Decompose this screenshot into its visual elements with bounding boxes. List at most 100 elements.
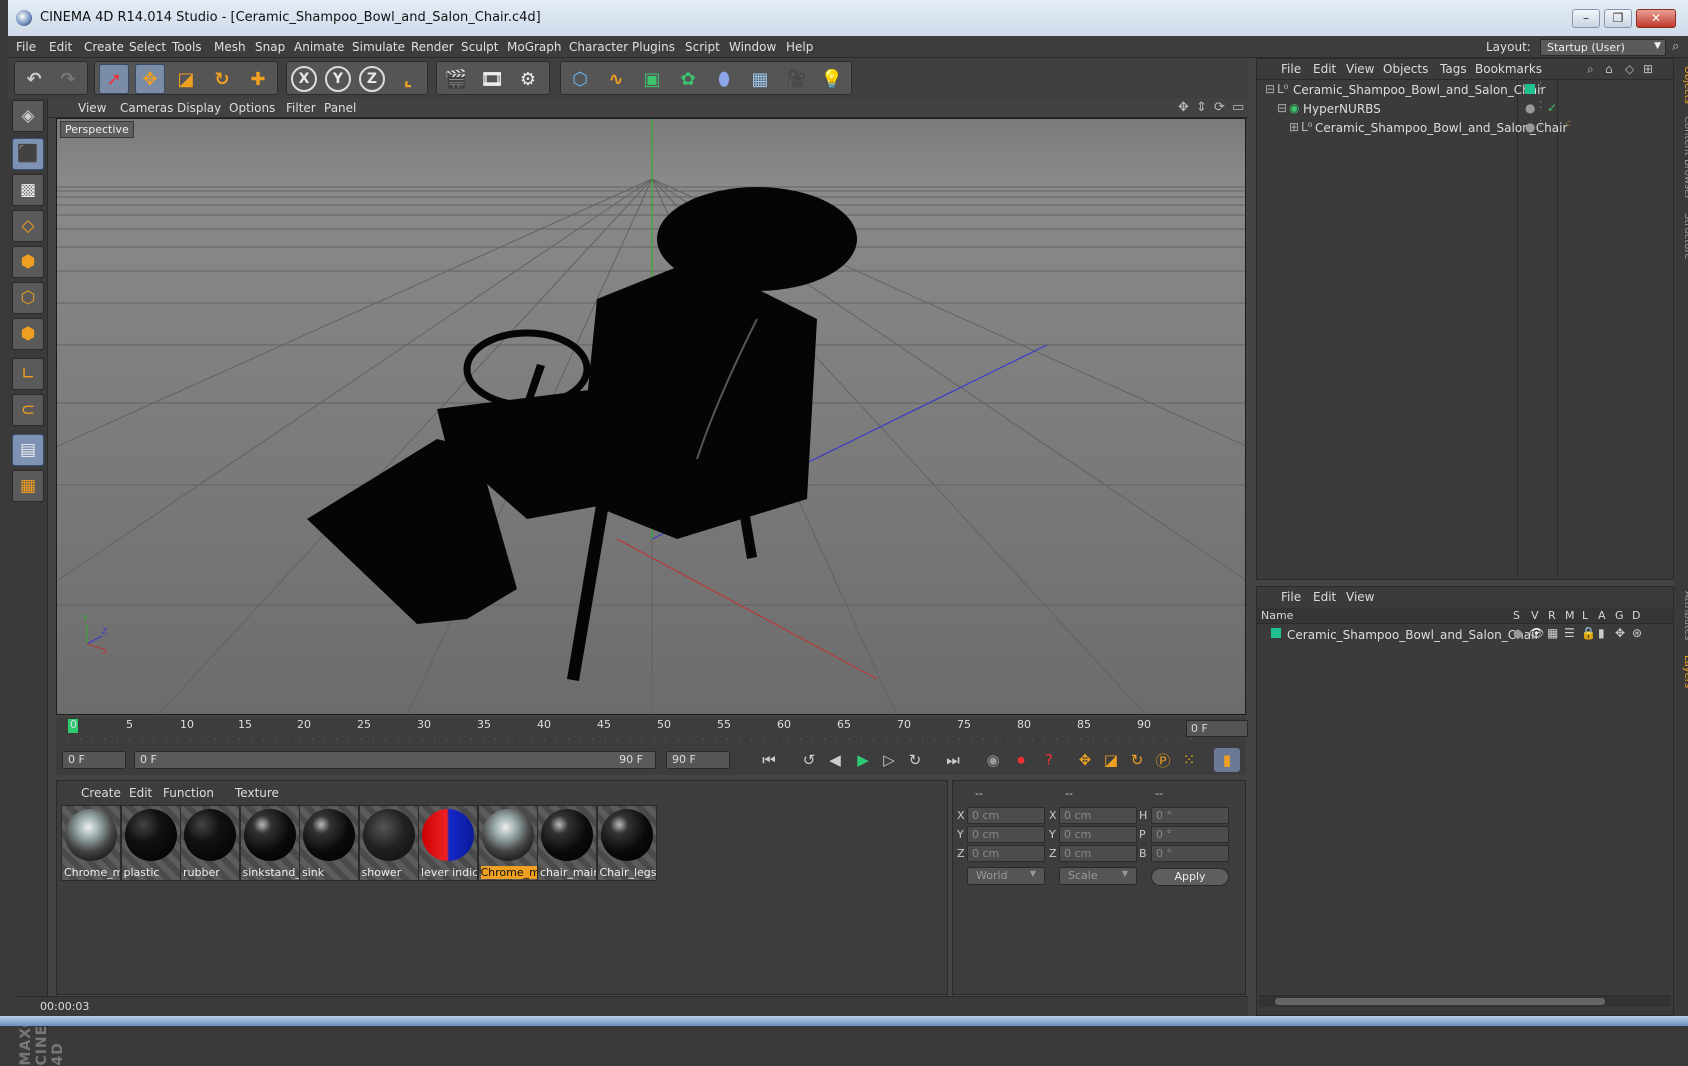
- keyframe-selection-icon[interactable]: ?: [1036, 748, 1062, 772]
- go-to-end-icon[interactable]: ⏭: [940, 748, 966, 772]
- viewport-menu-view[interactable]: View: [78, 101, 106, 115]
- position-z-field[interactable]: 0 cm: [967, 845, 1045, 862]
- key-rotation-icon[interactable]: ↻: [1124, 748, 1150, 772]
- layer-color-swatch[interactable]: [1271, 628, 1281, 638]
- workplane-icon[interactable]: ◇: [12, 210, 44, 242]
- rotate-tool-icon[interactable]: ↻: [207, 64, 237, 94]
- material-menu-function[interactable]: Function: [163, 786, 214, 800]
- menu-animate[interactable]: Animate: [294, 40, 344, 54]
- material-menu-create[interactable]: Create: [81, 786, 121, 800]
- render-toggle-icon[interactable]: ▦: [1547, 626, 1558, 640]
- menu-create[interactable]: Create: [84, 40, 124, 54]
- object-menu-objects[interactable]: Objects: [1383, 62, 1428, 76]
- snap-icon[interactable]: ⊂: [12, 394, 44, 426]
- viewport-menu-display[interactable]: Display: [177, 101, 221, 115]
- layer-dot-icon[interactable]: ●: [1525, 120, 1535, 134]
- edges-mode-icon[interactable]: ⬡: [12, 282, 44, 314]
- tab-content-browser[interactable]: Content Browser: [1677, 114, 1688, 202]
- menu-script[interactable]: Script: [685, 40, 720, 54]
- expand-icon[interactable]: ⊞: [1289, 120, 1299, 134]
- timeline-ruler[interactable]: 0 5 10 15 20 25 30 35 40 45 50 55 60 65 …: [56, 717, 1248, 745]
- menu-plugins[interactable]: Plugins: [632, 40, 675, 54]
- menu-snap[interactable]: Snap: [255, 40, 285, 54]
- record-keys-icon[interactable]: ◉: [980, 748, 1006, 772]
- max-frame-field[interactable]: 90 F: [666, 751, 730, 769]
- key-pla-icon[interactable]: ⁙: [1176, 748, 1202, 772]
- key-position-icon[interactable]: ✥: [1072, 748, 1098, 772]
- floor-environment-icon[interactable]: ▦: [745, 64, 775, 94]
- deformer-toggle-icon[interactable]: ⊛: [1632, 626, 1642, 640]
- next-frame-icon[interactable]: ▷: [876, 748, 902, 772]
- previous-frame-icon[interactable]: ◀: [822, 748, 848, 772]
- make-editable-icon[interactable]: ◈: [12, 100, 44, 132]
- end-frame-field[interactable]: 0 F: [1186, 720, 1248, 737]
- object-row[interactable]: ⊞ L⁰ Ceramic_Shampoo_Bowl_and_Salon_Chai…: [1259, 119, 1673, 138]
- object-menu-view[interactable]: View: [1346, 62, 1374, 76]
- visibility-dots-icon[interactable]: ⁚: [1539, 100, 1542, 111]
- spline-icon[interactable]: ∿: [601, 64, 631, 94]
- menu-file[interactable]: File: [16, 40, 36, 54]
- planar-workplane-icon[interactable]: ▦: [12, 470, 44, 502]
- menu-mograph[interactable]: MoGraph: [507, 40, 562, 54]
- workplane-lock-icon[interactable]: ▤: [12, 434, 44, 466]
- apply-button[interactable]: Apply: [1151, 868, 1229, 886]
- coordinate-space-dropdown[interactable]: World ▼: [967, 867, 1045, 885]
- model-mode-icon[interactable]: ⬛: [12, 138, 44, 170]
- maximize-view-icon[interactable]: ▭: [1232, 100, 1244, 115]
- position-x-field[interactable]: 0 cm: [967, 807, 1045, 824]
- polygons-mode-icon[interactable]: ⬢: [12, 318, 44, 350]
- enabled-check-icon[interactable]: ✓: [1547, 101, 1557, 115]
- go-to-start-icon[interactable]: ⏮: [756, 748, 782, 772]
- live-selection-icon[interactable]: ➚: [99, 64, 129, 94]
- visibility-dots-icon[interactable]: ⁚: [1539, 81, 1542, 92]
- redo-icon[interactable]: ↷: [53, 64, 83, 94]
- lock-icon[interactable]: 🔒: [1581, 626, 1596, 640]
- material-tag-icon[interactable]: ⁖: [1565, 119, 1571, 130]
- menu-tools[interactable]: Tools: [172, 40, 202, 54]
- size-mode-dropdown[interactable]: Scale ▼: [1059, 867, 1137, 885]
- light-icon[interactable]: 💡: [817, 64, 847, 94]
- pan-view-icon[interactable]: ✥: [1178, 100, 1189, 115]
- deformer-icon[interactable]: ⬮: [709, 64, 739, 94]
- undo-icon[interactable]: ↶: [19, 64, 49, 94]
- perspective-viewport[interactable]: Y Z X Perspective: [56, 118, 1246, 715]
- frame-range-slider[interactable]: 0 F 90 F: [134, 751, 656, 769]
- visibility-dots-icon[interactable]: ⁚: [1539, 119, 1542, 130]
- expand-icon[interactable]: ⊟: [1265, 82, 1275, 96]
- minimize-button[interactable]: –: [1572, 9, 1600, 28]
- new-window-icon[interactable]: ⊞: [1643, 62, 1653, 76]
- zoom-view-icon[interactable]: ⇕: [1196, 100, 1207, 115]
- tab-objects[interactable]: Objects: [1677, 60, 1688, 110]
- rotation-h-field[interactable]: 0 °: [1151, 807, 1229, 824]
- camera-icon[interactable]: 🎥: [781, 64, 811, 94]
- y-axis-lock-icon[interactable]: Y: [325, 66, 351, 92]
- rotation-p-field[interactable]: 0 °: [1151, 826, 1229, 843]
- home-icon[interactable]: ⌂: [1605, 62, 1613, 76]
- expand-icon[interactable]: ⊟: [1277, 101, 1287, 115]
- key-parameter-icon[interactable]: Ⓟ: [1150, 748, 1176, 772]
- menu-sculpt[interactable]: Sculpt: [461, 40, 498, 54]
- render-picture-viewer-icon[interactable]: 🎞: [477, 64, 507, 94]
- scale-tool-icon[interactable]: ◪: [171, 64, 201, 94]
- menu-character[interactable]: Character: [569, 40, 628, 54]
- key-scale-icon[interactable]: ◪: [1098, 748, 1124, 772]
- current-frame-field[interactable]: 0 F: [62, 751, 126, 769]
- layer-row[interactable]: Ceramic_Shampoo_Bowl_and_Salon_Chair ● 👁…: [1259, 626, 1673, 645]
- size-z-field[interactable]: 0 cm: [1059, 845, 1137, 862]
- collapse-icon[interactable]: ◇: [1625, 62, 1634, 76]
- rotation-b-field[interactable]: 0 °: [1151, 845, 1229, 862]
- material-menu-edit[interactable]: Edit: [129, 786, 152, 800]
- material-menu-texture[interactable]: Texture: [235, 786, 279, 800]
- object-menu-edit[interactable]: Edit: [1313, 62, 1336, 76]
- array-icon[interactable]: ✿: [673, 64, 703, 94]
- object-menu-bookmarks[interactable]: Bookmarks: [1475, 62, 1542, 76]
- menu-select[interactable]: Select: [129, 40, 166, 54]
- points-mode-icon[interactable]: ⬢: [12, 246, 44, 278]
- texture-mode-icon[interactable]: ▩: [12, 174, 44, 206]
- size-x-field[interactable]: 0 cm: [1059, 807, 1137, 824]
- timeline-window-icon[interactable]: ▮: [1214, 748, 1240, 772]
- menu-render[interactable]: Render: [411, 40, 454, 54]
- object-menu-tags[interactable]: Tags: [1440, 62, 1467, 76]
- material-swatch[interactable]: sinkstand_: [239, 805, 300, 881]
- x-axis-lock-icon[interactable]: X: [291, 66, 317, 92]
